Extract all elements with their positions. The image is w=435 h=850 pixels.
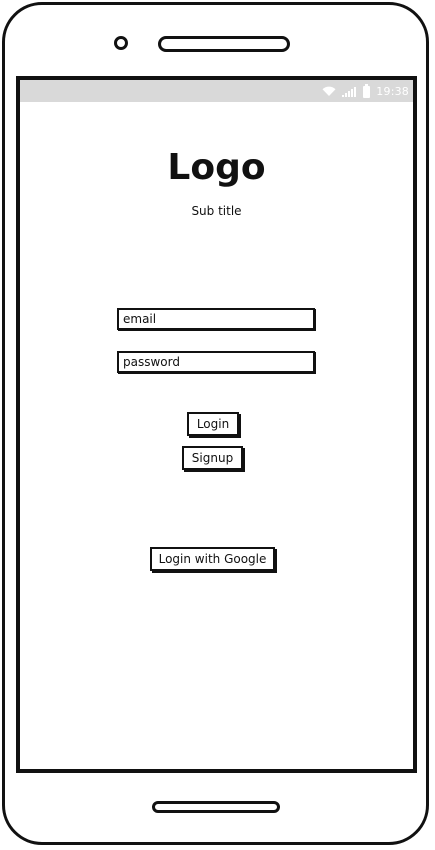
signal-icon (342, 86, 357, 97)
subtitle: Sub title (191, 204, 242, 218)
status-bar: 19:38 (20, 80, 413, 102)
status-time: 19:38 (376, 84, 409, 98)
password-field[interactable] (117, 351, 315, 373)
home-button[interactable] (152, 801, 280, 813)
camera-icon (114, 36, 128, 50)
signup-button[interactable]: Signup (182, 446, 243, 470)
google-login-button[interactable]: Login with Google (150, 547, 275, 571)
login-button[interactable]: Login (187, 412, 239, 436)
phone-screen: 19:38 Logo Sub title Login Signup Login … (16, 76, 417, 773)
logo: Logo (167, 147, 266, 188)
email-field[interactable] (117, 308, 315, 330)
battery-icon (363, 84, 371, 98)
wifi-icon (322, 86, 336, 97)
speaker-grille (158, 36, 290, 52)
